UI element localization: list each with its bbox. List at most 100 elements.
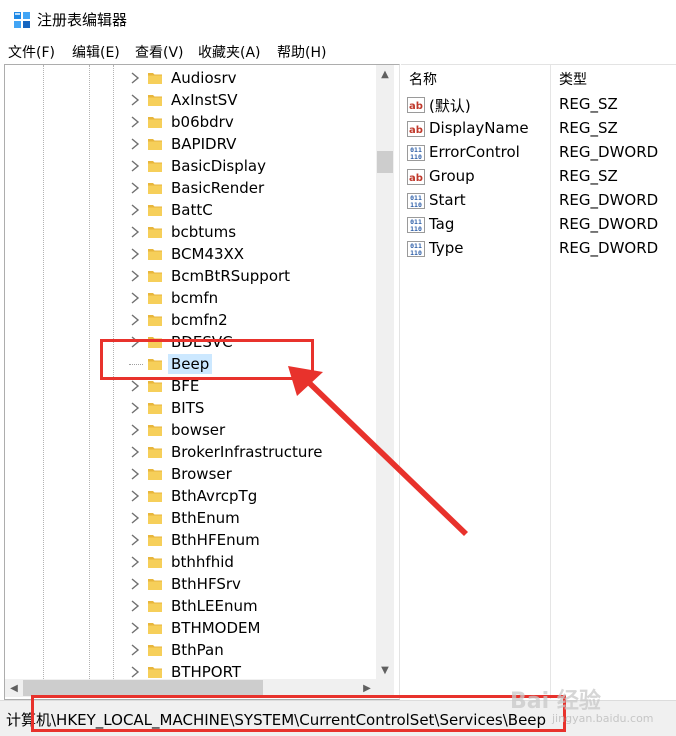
chevron-right-icon[interactable] [129,181,141,195]
folder-icon [148,557,162,568]
string-value-icon: ab [407,97,425,113]
tree-item[interactable]: AxInstSV [5,89,377,111]
tree-item[interactable]: BTHMODEM [5,617,377,639]
chevron-right-icon[interactable] [129,621,141,635]
tree-item[interactable]: bthhfhid [5,551,377,573]
tree-item[interactable]: bcmfn2 [5,309,377,331]
chevron-right-icon[interactable] [129,269,141,283]
tree-item-label: Audiosrv [171,69,237,87]
tree-item[interactable]: BthPan [5,639,377,661]
chevron-right-icon[interactable] [129,577,141,591]
tree-item-label: BattC [171,201,213,219]
chevron-right-icon[interactable] [129,555,141,569]
value-name: Type [429,239,464,257]
menu-bar: 文件(F) 编辑(E) 查看(V) 收藏夹(A) 帮助(H) [0,38,676,64]
tree-item[interactable]: BthLEEnum [5,595,377,617]
tree-item-label: b06bdrv [171,113,234,131]
tree-item[interactable]: BasicDisplay [5,155,377,177]
chevron-right-icon[interactable] [129,467,141,481]
chevron-right-icon[interactable] [129,489,141,503]
tree-item-label: bcmfn [171,289,219,307]
binary-value-icon: 011110 [407,145,425,161]
svg-text:110: 110 [410,153,422,161]
chevron-right-icon[interactable] [129,665,141,679]
folder-icon [148,249,162,260]
scrollbar-thumb[interactable] [23,680,263,696]
menu-view[interactable]: 查看(V) [135,42,184,62]
highlight-box-beep [100,339,314,380]
value-row[interactable]: 011 110 ErrorControl REG_DWORD [401,141,676,165]
scrollbar-thumb[interactable] [377,151,393,173]
menu-edit[interactable]: 编辑(E) [72,42,120,62]
chevron-right-icon[interactable] [129,93,141,107]
tree-item-label: AxInstSV [171,91,238,109]
chevron-right-icon[interactable] [129,511,141,525]
tree-item[interactable]: BthEnum [5,507,377,529]
tree-item[interactable]: BthHFEnum [5,529,377,551]
tree-item[interactable]: bcbtums [5,221,377,243]
title-bar: 注册表编辑器 [0,0,676,38]
chevron-right-icon[interactable] [129,203,141,217]
chevron-right-icon[interactable] [129,159,141,173]
value-type: REG_SZ [559,119,618,137]
tree-item[interactable]: b06bdrv [5,111,377,133]
tree-item[interactable]: BCM43XX [5,243,377,265]
folder-icon [148,95,162,106]
svg-text:110: 110 [410,201,422,209]
key-tree-pane[interactable]: Audiosrv AxInstSV b06bdrv BAPIDRV BasicDispl… [4,64,400,700]
tree-item[interactable]: Browser [5,463,377,485]
chevron-right-icon[interactable] [129,379,141,393]
scroll-down-icon[interactable]: ▼ [376,661,394,679]
tree-item[interactable]: BrokerInfrastructure [5,441,377,463]
chevron-right-icon[interactable] [129,533,141,547]
value-row[interactable]: 011 110 Type REG_DWORD [401,237,676,261]
tree-item[interactable]: BcmBtRSupport [5,265,377,287]
value-row[interactable]: ab (默认) REG_SZ [401,93,676,117]
chevron-right-icon[interactable] [129,445,141,459]
watermark-url: jingyan.baidu.com [552,712,654,725]
value-row[interactable]: 011 110 Start REG_DWORD [401,189,676,213]
tree-item[interactable]: BthHFSrv [5,573,377,595]
tree-item[interactable]: BattC [5,199,377,221]
chevron-right-icon[interactable] [129,643,141,657]
value-row[interactable]: 011 110 Tag REG_DWORD [401,213,676,237]
chevron-right-icon[interactable] [129,137,141,151]
tree-item[interactable]: bcmfn [5,287,377,309]
chevron-right-icon[interactable] [129,247,141,261]
tree-item[interactable]: bowser [5,419,377,441]
value-type: REG_DWORD [559,143,659,161]
scroll-left-icon[interactable]: ◀ [5,679,23,697]
value-type: REG_DWORD [559,215,659,233]
value-name: DisplayName [429,119,529,137]
tree-vertical-scrollbar[interactable]: ▲ ▼ [376,65,394,679]
tree-item[interactable]: BthAvrcpTg [5,485,377,507]
column-header-name[interactable]: 名称 [409,69,437,89]
value-name: Tag [429,215,455,233]
menu-favorites[interactable]: 收藏夹(A) [198,42,261,62]
chevron-right-icon[interactable] [129,225,141,239]
value-row[interactable]: ab Group REG_SZ [401,165,676,189]
menu-file[interactable]: 文件(F) [8,42,55,62]
tree-item[interactable]: BasicRender [5,177,377,199]
value-row[interactable]: ab DisplayName REG_SZ [401,117,676,141]
column-header-type[interactable]: 类型 [559,69,587,89]
tree-item[interactable]: Audiosrv [5,67,377,89]
tree-item[interactable]: BAPIDRV [5,133,377,155]
tree-item[interactable]: BITS [5,397,377,419]
folder-icon [148,623,162,634]
window-title: 注册表编辑器 [37,11,128,29]
chevron-right-icon[interactable] [129,291,141,305]
menu-help[interactable]: 帮助(H) [277,42,326,62]
chevron-right-icon[interactable] [129,401,141,415]
chevron-right-icon[interactable] [129,313,141,327]
folder-icon [148,205,162,216]
scroll-up-icon[interactable]: ▲ [376,65,394,83]
values-pane[interactable]: 名称 类型 ab (默认) REG_SZ ab DisplayName REG_SZ 011… [401,64,676,699]
value-type: REG_DWORD [559,191,659,209]
tree-item-label: BthEnum [171,509,240,527]
chevron-right-icon[interactable] [129,599,141,613]
folder-icon [148,117,162,128]
chevron-right-icon[interactable] [129,423,141,437]
chevron-right-icon[interactable] [129,71,141,85]
chevron-right-icon[interactable] [129,115,141,129]
